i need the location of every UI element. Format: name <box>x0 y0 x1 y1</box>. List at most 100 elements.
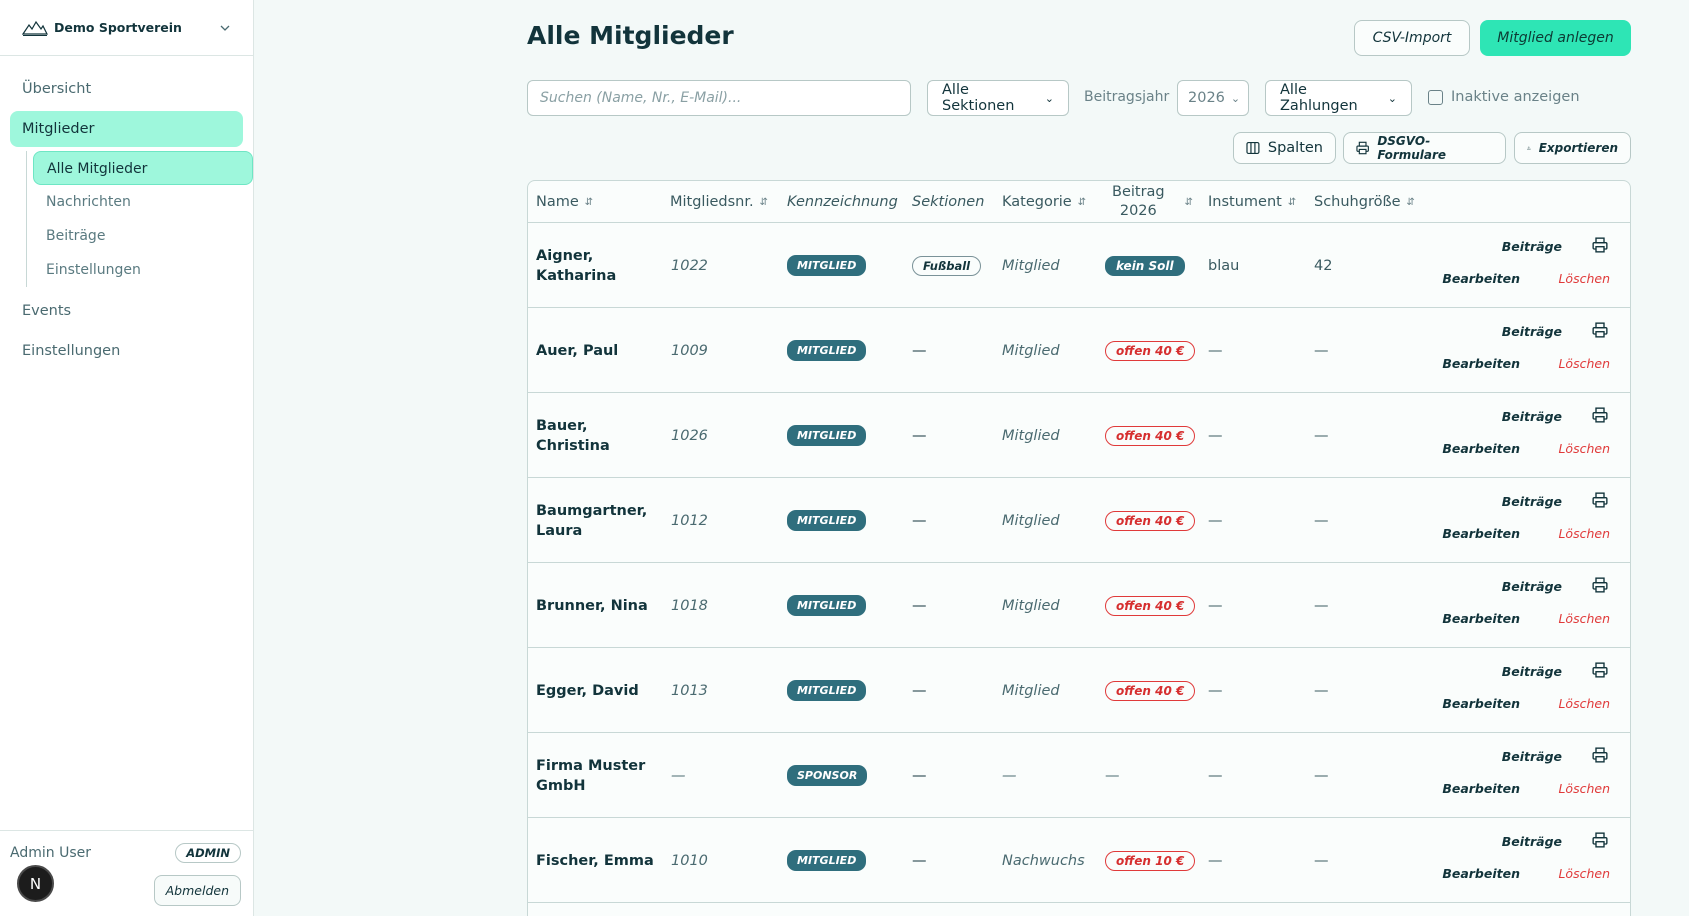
beitrag-cell: offen 40 € <box>1105 478 1196 563</box>
page-title: Alle Mitglieder <box>527 21 734 50</box>
inactive-toggle[interactable]: Inaktive anzeigen <box>1428 89 1580 105</box>
beitrag-cell: offen 40 € <box>1105 563 1196 648</box>
fees-link[interactable]: Beiträge <box>1502 834 1562 849</box>
kategorie-cell: Mitglied <box>1002 597 1060 614</box>
columns-button[interactable]: Spalten <box>1233 132 1336 164</box>
delete-link[interactable]: Löschen <box>1558 526 1610 541</box>
table-body: Aigner, Katharina 1022 MITGLIED Fußball … <box>528 223 1630 903</box>
printer-icon[interactable] <box>1592 577 1608 593</box>
sections-select[interactable]: Alle Sektionen ⌄ <box>927 80 1069 116</box>
avatar[interactable]: N <box>17 865 54 902</box>
columns-icon <box>1246 141 1260 155</box>
fee-status-badge: offen 40 € <box>1105 680 1196 701</box>
member-name[interactable]: Brunner, Nina <box>536 563 656 648</box>
year-select[interactable]: 2026 ⌄ <box>1177 80 1249 116</box>
printer-icon[interactable] <box>1592 662 1608 678</box>
delete-link[interactable]: Löschen <box>1558 611 1610 626</box>
col-name-label: Name <box>536 194 579 210</box>
delete-link[interactable]: Löschen <box>1558 781 1610 796</box>
fees-link[interactable]: Beiträge <box>1502 239 1562 254</box>
col-name[interactable]: Name ⇵ <box>536 181 593 223</box>
csv-import-button[interactable]: CSV-Import <box>1354 20 1470 56</box>
export-button[interactable]: Exportieren <box>1514 132 1631 164</box>
instrument-cell: — <box>1208 512 1223 529</box>
subnav-messages[interactable]: Nachrichten <box>33 185 253 219</box>
user-panel: Admin User ADMIN N Abmelden <box>0 830 253 916</box>
chevron-down-icon[interactable] <box>219 22 231 34</box>
sektionen-cell: — <box>912 767 927 784</box>
member-name[interactable]: Aigner, Katharina <box>536 223 656 308</box>
printer-icon[interactable] <box>1592 747 1608 763</box>
table-row: Fischer, Emma 1010 MITGLIED — Nachwuchs … <box>528 818 1630 903</box>
delete-link[interactable]: Löschen <box>1558 696 1610 711</box>
subnav-settings[interactable]: Einstellungen <box>33 253 253 287</box>
new-member-button[interactable]: Mitglied anlegen <box>1480 20 1631 56</box>
schuhgroesse-cell: — <box>1314 682 1329 699</box>
col-kategorie[interactable]: Kategorie ⇵ <box>1002 181 1086 223</box>
beitrag-cell: offen 40 € <box>1105 393 1196 478</box>
subnav-fees[interactable]: Beiträge <box>33 219 253 253</box>
printer-icon[interactable] <box>1592 237 1608 253</box>
member-name[interactable]: Fischer, Emma <box>536 818 656 903</box>
member-nr: 1010 <box>671 852 708 869</box>
logout-button[interactable]: Abmelden <box>153 875 241 906</box>
delete-link[interactable]: Löschen <box>1558 441 1610 456</box>
beitrag-cell: — <box>1105 767 1120 784</box>
kennzeichnung-badge: MITGLIED <box>787 255 867 276</box>
member-name[interactable]: Firma Muster GmbH <box>536 733 656 818</box>
col-nr[interactable]: Mitgliedsnr. ⇵ <box>670 181 768 223</box>
org-switcher[interactable]: Demo Sportverein <box>0 0 253 56</box>
col-sektionen: Sektionen <box>912 181 984 223</box>
nav-events[interactable]: Events <box>10 293 243 329</box>
kategorie-cell: Mitglied <box>1002 512 1060 529</box>
printer-icon[interactable] <box>1592 322 1608 338</box>
printer-icon[interactable] <box>1592 832 1608 848</box>
delete-link[interactable]: Löschen <box>1558 866 1610 881</box>
col-schuhgroesse[interactable]: Schuhgröße ⇵ <box>1314 181 1415 223</box>
dsgvo-forms-button[interactable]: DSGVO-Formulare <box>1343 132 1506 164</box>
edit-link[interactable]: Bearbeiten <box>1442 611 1520 626</box>
subnav-all-members[interactable]: Alle Mitglieder <box>33 151 253 185</box>
nav-overview[interactable]: Übersicht <box>10 71 243 107</box>
delete-link[interactable]: Löschen <box>1558 271 1610 286</box>
delete-link[interactable]: Löschen <box>1558 356 1610 371</box>
member-name[interactable]: Baumgartner, Laura <box>536 478 656 563</box>
fees-link[interactable]: Beiträge <box>1502 324 1562 339</box>
kennzeichnung-cell: MITGLIED <box>787 818 867 903</box>
fees-link[interactable]: Beiträge <box>1502 494 1562 509</box>
edit-link[interactable]: Bearbeiten <box>1442 781 1520 796</box>
fees-link[interactable]: Beiträge <box>1502 749 1562 764</box>
inactive-checkbox[interactable] <box>1428 89 1443 105</box>
printer-icon[interactable] <box>1592 492 1608 508</box>
fees-link[interactable]: Beiträge <box>1502 409 1562 424</box>
edit-link[interactable]: Bearbeiten <box>1442 271 1520 286</box>
edit-link[interactable]: Bearbeiten <box>1442 356 1520 371</box>
nav-members[interactable]: Mitglieder <box>10 111 243 147</box>
sektionen-cell: — <box>912 852 927 869</box>
edit-link[interactable]: Bearbeiten <box>1442 696 1520 711</box>
printer-icon <box>1356 141 1369 155</box>
instrument-cell: — <box>1208 852 1223 869</box>
col-beitrag[interactable]: Beitrag 2026 ⇵ <box>1112 181 1193 223</box>
col-instrument[interactable]: Instument ⇵ <box>1208 181 1296 223</box>
fees-link[interactable]: Beiträge <box>1502 579 1562 594</box>
member-name[interactable]: Egger, David <box>536 648 656 733</box>
search-input[interactable]: Suchen (Name, Nr., E-Mail)... <box>527 80 911 116</box>
col-beitrag-year: 2026 <box>1119 203 1157 219</box>
nav-settings[interactable]: Einstellungen <box>10 333 243 369</box>
member-name[interactable]: Bauer, Christina <box>536 393 656 478</box>
beitrag-cell: offen 40 € <box>1105 308 1196 393</box>
edit-link[interactable]: Bearbeiten <box>1442 866 1520 881</box>
table-row: Aigner, Katharina 1022 MITGLIED Fußball … <box>528 223 1630 308</box>
member-name[interactable]: Auer, Paul <box>536 308 656 393</box>
payments-select[interactable]: Alle Zahlungen ⌄ <box>1265 80 1412 116</box>
edit-link[interactable]: Bearbeiten <box>1442 526 1520 541</box>
kennzeichnung-cell: MITGLIED <box>787 308 867 393</box>
fees-link[interactable]: Beiträge <box>1502 664 1562 679</box>
fee-status-badge: offen 40 € <box>1105 340 1196 361</box>
printer-icon[interactable] <box>1592 407 1608 423</box>
edit-link[interactable]: Bearbeiten <box>1442 441 1520 456</box>
sektionen-cell: — <box>912 682 927 699</box>
schuhgroesse-cell: — <box>1314 342 1329 359</box>
sort-icon: ⇵ <box>1406 196 1415 208</box>
